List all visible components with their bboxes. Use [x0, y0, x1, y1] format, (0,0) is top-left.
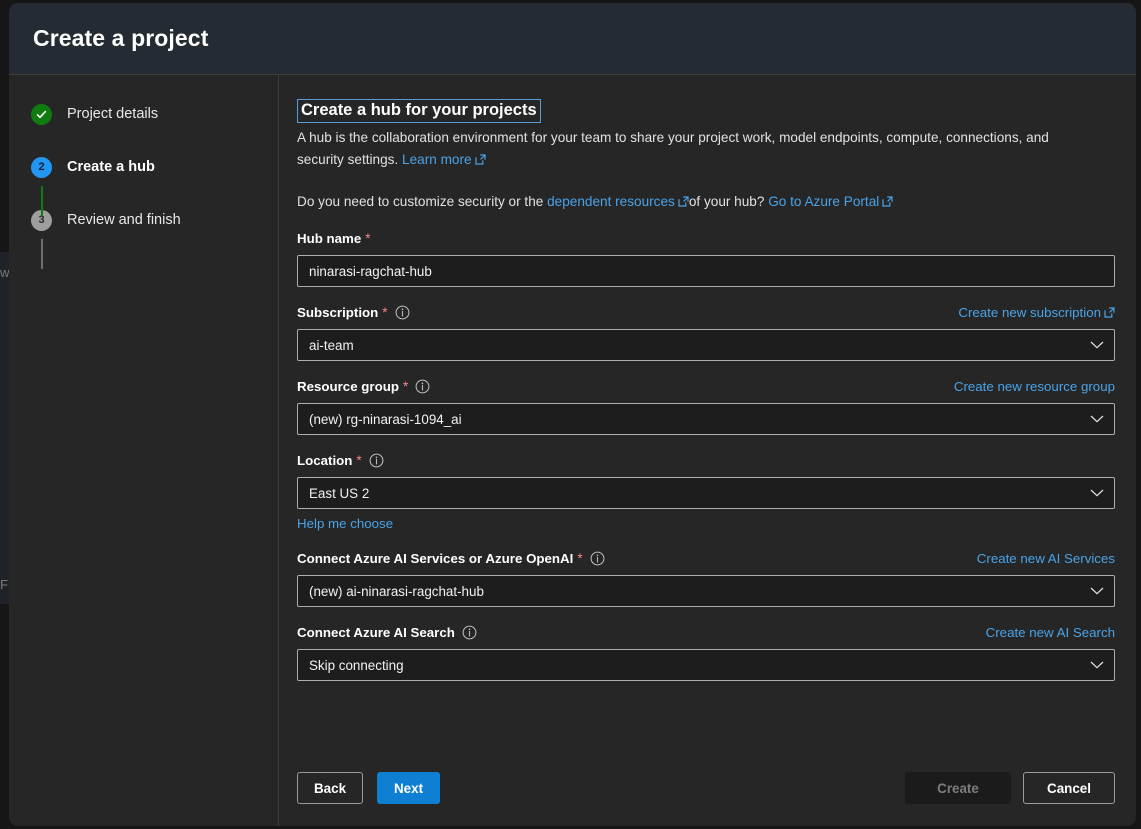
- chevron-down-icon: [1090, 341, 1104, 350]
- field-label-subscription: Subscription: [297, 305, 379, 321]
- ai-search-dropdown[interactable]: Skip connecting: [297, 649, 1115, 682]
- field-head-connect-ai-services: Connect Azure AI Services or Azure OpenA…: [297, 549, 1115, 568]
- create-button: Create: [905, 772, 1011, 804]
- field-label-hub-name: Hub name: [297, 231, 362, 247]
- info-icon[interactable]: [395, 305, 410, 320]
- back-button[interactable]: Back: [297, 772, 364, 804]
- security-note: Do you need to customize security or the…: [297, 191, 1115, 214]
- field-location: Location * East US 2 Help me choose: [297, 451, 1115, 533]
- learn-more-link[interactable]: Learn more: [402, 152, 486, 167]
- create-new-ai-services-link[interactable]: Create new AI Services: [977, 551, 1115, 566]
- required-marker: *: [356, 453, 362, 469]
- step-connector-pending: [41, 239, 43, 269]
- ai-search-value: Skip connecting: [309, 657, 404, 673]
- resource-group-value: (new) rg-ninarasi-1094_ai: [309, 411, 462, 427]
- subscription-dropdown[interactable]: ai-team: [297, 329, 1115, 362]
- info-icon[interactable]: [415, 379, 430, 394]
- sidebar-step-review-and-finish[interactable]: 3 Review and finish: [31, 207, 278, 233]
- ai-services-value: (new) ai-ninarasi-ragchat-hub: [309, 583, 484, 599]
- create-project-dialog: Create a project Project details 2 Creat…: [9, 3, 1136, 826]
- next-button[interactable]: Next: [377, 772, 441, 804]
- step-connector-completed: [41, 186, 43, 216]
- backdrop-ghost-text-top: w: [0, 265, 10, 280]
- hub-form-panel: Create a hub for your projects A hub is …: [278, 75, 1136, 826]
- dependent-resources-link[interactable]: dependent resources: [547, 194, 689, 209]
- required-marker: *: [402, 379, 409, 395]
- external-link-icon: [882, 196, 893, 207]
- field-label-resource-group: Resource group: [297, 379, 399, 395]
- sidebar-step-create-a-hub[interactable]: 2 Create a hub: [31, 154, 278, 180]
- security-note-middle: of your hub?: [688, 193, 765, 209]
- external-link-icon: [474, 154, 486, 166]
- field-resource-group: Resource group * Create new resource gro…: [297, 377, 1115, 436]
- resource-group-dropdown[interactable]: (new) rg-ninarasi-1094_ai: [297, 403, 1115, 436]
- sidebar-step-project-details[interactable]: Project details: [31, 101, 278, 127]
- security-note-prefix: Do you need to customize security or the: [297, 193, 544, 209]
- required-marker: *: [365, 231, 371, 247]
- field-head-resource-group: Resource group * Create new resource gro…: [297, 377, 1115, 396]
- chevron-down-icon: [1090, 415, 1104, 424]
- step-label-review-and-finish: Review and finish: [67, 212, 181, 228]
- backdrop-strip: [0, 252, 9, 604]
- create-new-subscription-link[interactable]: Create new subscription: [958, 305, 1115, 320]
- field-head-connect-ai-search: Connect Azure AI Search Create new AI Se…: [297, 623, 1115, 642]
- create-new-resource-group-link[interactable]: Create new resource group: [954, 379, 1115, 394]
- field-hub-name: Hub name * ninarasi-ragchat-hub: [297, 229, 1115, 288]
- go-to-azure-portal-link[interactable]: Go to Azure Portal: [768, 194, 893, 209]
- dialog-body: Project details 2 Create a hub 3 Review …: [9, 75, 1136, 826]
- step-label-project-details: Project details: [67, 106, 159, 122]
- subscription-value: ai-team: [309, 337, 354, 353]
- external-link-icon: [1104, 307, 1115, 319]
- info-icon[interactable]: [462, 625, 477, 640]
- dialog-footer: Back Next Create Cancel: [297, 772, 1115, 826]
- info-icon[interactable]: [590, 551, 605, 566]
- field-head-subscription: Subscription * Create new subscription: [297, 303, 1115, 322]
- required-marker: *: [382, 305, 388, 321]
- step-marker-check-icon: [31, 103, 52, 125]
- location-value: East US 2: [309, 485, 370, 501]
- required-marker: *: [577, 551, 583, 567]
- page-title: Create a hub for your projects: [297, 99, 541, 123]
- step-label-create-a-hub: Create a hub: [67, 159, 155, 175]
- field-label-connect-ai-search: Connect Azure AI Search: [297, 625, 455, 641]
- field-label-location: Location: [297, 453, 353, 469]
- ai-services-dropdown[interactable]: (new) ai-ninarasi-ragchat-hub: [297, 575, 1115, 608]
- external-link-icon: [678, 196, 689, 207]
- field-head-hub-name: Hub name *: [297, 229, 1115, 248]
- chevron-down-icon: [1090, 489, 1104, 498]
- hub-name-input[interactable]: ninarasi-ragchat-hub: [297, 255, 1115, 288]
- dialog-header: Create a project: [9, 3, 1136, 75]
- dialog-title: Create a project: [33, 25, 209, 51]
- hub-name-value: ninarasi-ragchat-hub: [309, 263, 432, 279]
- field-label-connect-ai-services: Connect Azure AI Services or Azure OpenA…: [297, 551, 574, 567]
- help-me-choose-link[interactable]: Help me choose: [297, 516, 393, 531]
- field-head-location: Location *: [297, 451, 1115, 470]
- info-icon[interactable]: [369, 453, 384, 468]
- field-connect-ai-services: Connect Azure AI Services or Azure OpenA…: [297, 549, 1115, 608]
- wizard-stepper: Project details 2 Create a hub 3 Review …: [9, 75, 278, 826]
- backdrop-ghost-text-bottom: F: [0, 577, 8, 592]
- create-new-ai-search-link[interactable]: Create new AI Search: [986, 625, 1115, 640]
- cancel-button[interactable]: Cancel: [1023, 772, 1115, 804]
- hub-description: A hub is the collaboration environment f…: [297, 127, 1057, 172]
- field-subscription: Subscription * Create new subscription a…: [297, 303, 1115, 362]
- location-dropdown[interactable]: East US 2: [297, 477, 1115, 510]
- step-marker-2: 2: [31, 156, 52, 178]
- chevron-down-icon: [1090, 661, 1104, 670]
- chevron-down-icon: [1090, 587, 1104, 596]
- field-connect-ai-search: Connect Azure AI Search Create new AI Se…: [297, 623, 1115, 682]
